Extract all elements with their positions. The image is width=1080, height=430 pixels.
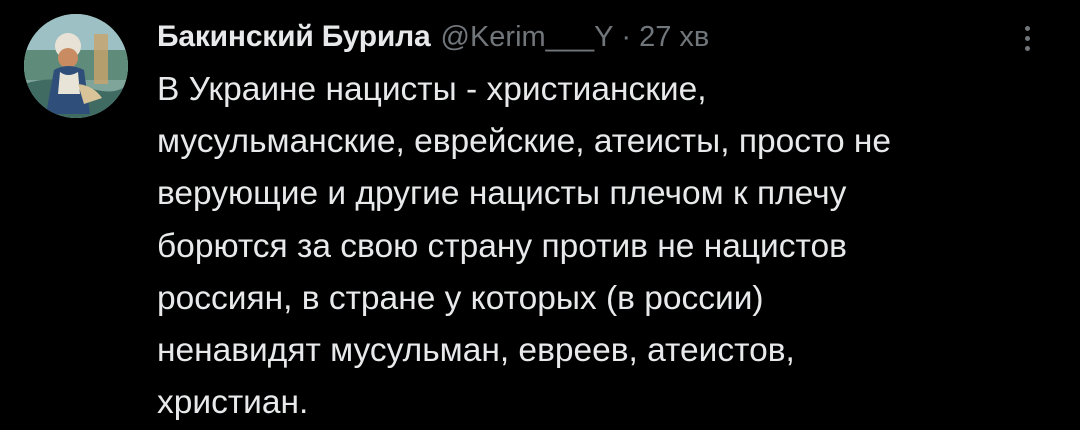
tweet-header: Бакинский Бурила @Kerim___Y · 27 хв — [157, 12, 709, 62]
author-handle[interactable]: @Kerim___Y — [441, 21, 614, 54]
tweet[interactable]: Бакинский Бурила @Kerim___Y · 27 хв В Ук… — [0, 0, 1080, 430]
separator-dot: · — [621, 20, 632, 53]
more-dot — [1025, 46, 1030, 51]
more-dot — [1025, 36, 1030, 41]
more-dot — [1025, 26, 1030, 31]
author-display-name[interactable]: Бакинский Бурила — [157, 20, 431, 54]
avatar[interactable] — [24, 14, 128, 118]
tweet-text: В Украине нацисты - христианские, мусуль… — [157, 71, 892, 422]
avatar-image — [24, 14, 128, 118]
tweet-timestamp[interactable]: 27 хв — [639, 21, 709, 54]
more-vertical-icon[interactable] — [1016, 24, 1040, 54]
